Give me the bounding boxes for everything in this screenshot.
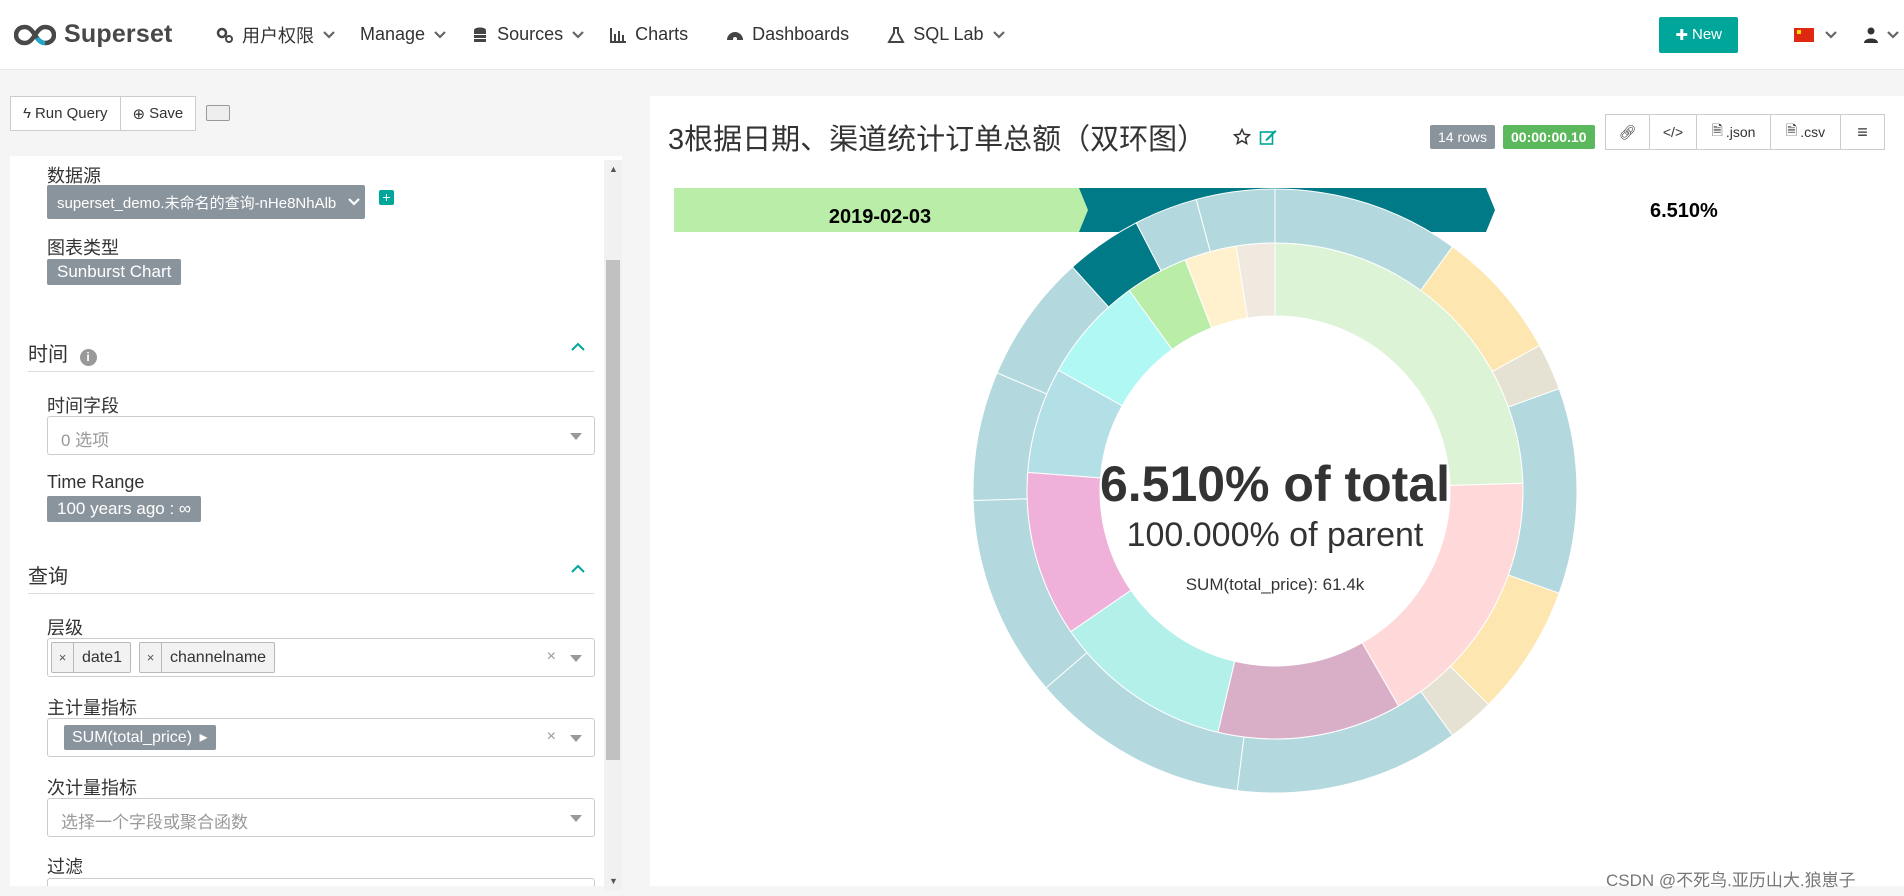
scroll-down-icon[interactable]: ▼ [609,876,618,886]
nav-dashboards-label: Dashboards [752,24,850,44]
chart-type-selector[interactable]: Sunburst Chart [47,259,182,285]
center-parent-text: 100.000% of parent [1127,516,1424,554]
csdn-watermark: CSDN @不死鸟.亚历山大.狼崽子 [1606,871,1856,890]
dropdown-caret-icon [570,433,582,440]
time-column-select[interactable]: 0 选项 [47,416,595,455]
gears-icon [216,27,233,43]
secondary-metric-placeholder: 选择一个字段或聚合函数 [61,813,248,832]
secondary-metric-select[interactable]: 选择一个字段或聚合函数 [47,798,595,837]
metric-chip[interactable]: SUM(total_price) ▸ [64,725,216,750]
nav-security[interactable]: 用户权限 [204,0,348,70]
filters-select[interactable] [47,878,595,886]
plus-circle-icon: ⊕ [132,105,146,123]
nav-charts[interactable]: Charts [597,0,700,70]
metric-chip-label: SUM(total_price) [72,729,193,746]
new-button-label: New [1691,26,1722,43]
nav-sql-lab-label: SQL Lab [913,24,984,44]
chevron-down-icon [434,30,446,39]
nav-dashboards[interactable]: Dashboards [714,0,861,70]
hierarchy-chip-label: channelname [170,648,267,666]
keyboard-icon[interactable] [206,105,231,121]
clear-icon[interactable]: × [547,648,556,666]
bar-chart-icon [610,27,627,43]
nav-sources-label: Sources [497,24,564,44]
control-panel: 数据源 superset_demo.未命名的查询-nHe8NhAlb + 图表类… [10,156,622,886]
primary-metric-select[interactable]: SUM(total_price) ▸ × [47,718,595,757]
collapse-caret-icon[interactable] [570,342,586,352]
add-datasource-button[interactable]: + [379,190,394,205]
dashboard-icon [727,31,744,41]
remove-chip-icon[interactable]: × [52,643,74,672]
dropdown-caret-icon [570,655,582,662]
database-icon [474,27,487,42]
chevron-down-icon[interactable] [1824,30,1838,40]
flask-icon [887,26,905,43]
dropdown-caret-icon [570,735,582,742]
user-icon[interactable] [1864,27,1878,43]
chevron-down-icon [323,30,335,39]
control-panel-scrollbar[interactable]: ▲ ▼ [604,160,622,890]
breadcrumb-date-label: 2019-02-03 [829,206,931,228]
query-section-title: 查询 [28,566,68,588]
filters-label: 过滤 [47,857,83,877]
collapse-caret-icon[interactable] [570,564,586,574]
time-range-selector[interactable]: 100 years ago : ∞ [47,496,202,522]
nav-sources[interactable]: Sources [459,0,597,70]
dropdown-caret-icon [570,815,582,822]
hierarchy-chip[interactable]: × channelname [139,642,276,673]
run-query-button[interactable]: ϟ Run Query [10,96,121,131]
datasource-value: superset_demo.未命名的查询-nHe8NhAlb [57,195,337,212]
nav-manage[interactable]: Manage [348,0,459,70]
hierarchy-label: 层级 [47,618,83,638]
time-range-label: Time Range [47,472,145,492]
query-section-header[interactable]: 查询 [28,560,68,589]
run-query-label: Run Query [34,105,108,122]
chevron-down-icon [572,30,584,39]
nav-security-label: 用户权限 [242,25,314,46]
nav-sql-lab[interactable]: SQL Lab [875,0,1017,70]
chevron-down-icon [992,30,1005,39]
new-button[interactable]: ✚ New [1659,16,1738,53]
nav-charts-label: Charts [635,24,689,44]
clear-icon[interactable]: × [547,728,556,746]
china-flag-icon[interactable] [1794,27,1814,42]
info-icon: i [79,349,97,366]
scrollbar-thumb[interactable] [606,260,620,760]
time-column-label: 时间字段 [47,396,119,416]
hierarchy-chip[interactable]: × date1 [51,642,132,673]
caret-right-icon: ▸ [199,729,208,746]
brand[interactable]: Superset [14,20,204,49]
time-section-title: 时间 [28,344,68,366]
section-divider [28,371,594,372]
center-metric-text: SUM(total_price): 61.4k [1186,575,1365,594]
datasource-select[interactable]: superset_demo.未命名的查询-nHe8NhAlb [47,185,365,219]
save-label: Save [149,105,184,122]
center-total-text: 6.510% of total [1100,456,1450,512]
chevron-down-icon[interactable] [1886,30,1900,40]
breadcrumb-percentage: 6.510% [1650,200,1718,222]
superset-logo-icon [14,24,56,45]
bolt-icon: ϟ [23,105,31,122]
time-column-placeholder: 0 选项 [61,431,110,450]
secondary-metric-label: 次计量指标 [47,778,137,798]
save-button[interactable]: ⊕ Save [120,96,197,131]
time-section-header[interactable]: 时间 i [28,338,97,367]
brand-name: Superset [64,20,173,48]
top-navbar: Superset 用户权限 Manage Sources Charts Dash… [0,0,1904,70]
remove-chip-icon[interactable]: × [140,643,162,672]
section-divider [28,593,594,594]
scroll-up-icon[interactable]: ▲ [609,164,618,174]
hierarchy-select[interactable]: × date1 × channelname × [47,638,595,677]
hierarchy-chip-label: date1 [82,648,123,666]
outer-ring-segment[interactable] [1195,188,1276,253]
chart-type-label: 图表类型 [47,238,119,258]
primary-metric-label: 主计量指标 [47,698,137,718]
query-toolbar: ϟ Run Query ⊕ Save [10,96,231,131]
nav-manage-label: Manage [360,24,426,44]
plus-icon: ✚ [1675,26,1688,44]
chart-panel: 3根据日期、渠道统计订单总额（双环图） 14 rows 00:00:00.10 … [650,96,1904,886]
chevron-down-icon [348,198,360,206]
